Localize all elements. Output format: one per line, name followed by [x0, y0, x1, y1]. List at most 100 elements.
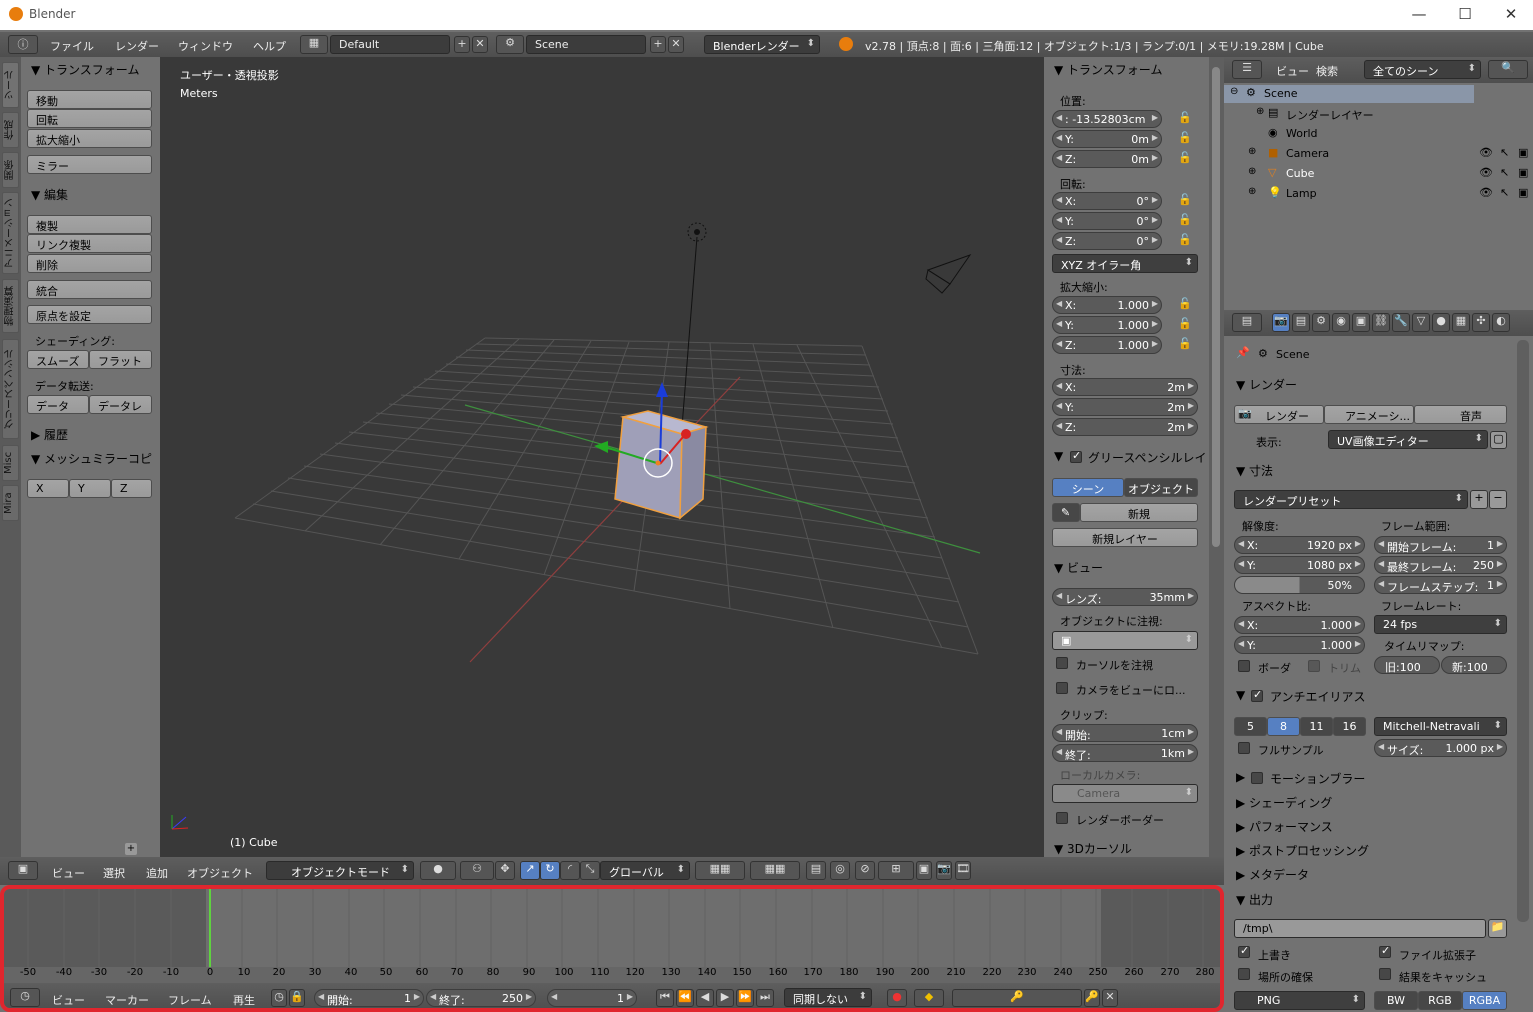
lock-layers-icon[interactable]: ▤ [806, 861, 826, 880]
render-tab-icon[interactable]: 📷 [1272, 313, 1290, 332]
shading-mode-icon[interactable]: ● [420, 861, 456, 880]
outliner-search-menu[interactable]: 検索 [1316, 63, 1338, 79]
display-select[interactable]: UV画像エディター [1328, 430, 1488, 449]
color-bw-button[interactable]: BW [1374, 991, 1418, 1010]
scene-field[interactable]: Scene [526, 35, 646, 54]
sync-mode-select[interactable]: 同期しない [784, 988, 872, 1007]
select-cursor-icon[interactable]: ↖ [1500, 166, 1509, 179]
lock-icon[interactable]: 🔓 [1177, 131, 1193, 147]
data-layout-button[interactable]: データレ [89, 395, 152, 414]
lock-icon[interactable]: 🔓 [1177, 337, 1193, 353]
lock-cursor-checkbox[interactable] [1056, 657, 1068, 669]
snap-element-icon[interactable]: ⊞ [878, 861, 914, 880]
current-frame-field[interactable]: ◀ 1 ▶ [547, 989, 637, 1007]
time-old-field[interactable]: 旧:100 [1374, 656, 1440, 674]
outliner-view-menu[interactable]: ビュー [1276, 63, 1309, 79]
resolution-y-field[interactable]: ◀ Y: 1080 px ▶ [1234, 556, 1365, 574]
viewport-object-menu[interactable]: オブジェクト [187, 865, 253, 881]
proportional-edit-icon[interactable]: ◎ [830, 861, 850, 880]
crop-checkbox[interactable] [1308, 660, 1320, 672]
translate-manipulator-icon[interactable]: ↗ [520, 861, 540, 880]
gp-enable-checkbox[interactable] [1070, 449, 1082, 463]
visibility-eye-icon[interactable]: 👁 [1479, 186, 1493, 199]
add-panel-icon[interactable]: + [125, 843, 137, 855]
material-tab-icon[interactable]: ● [1432, 313, 1450, 332]
menu-help[interactable]: ヘルプ [253, 38, 286, 54]
tab-relations[interactable]: 関係 [2, 152, 19, 188]
preview-range-icon[interactable]: ◷ [271, 989, 287, 1007]
motion-blur-panel-title[interactable]: モーションブラー [1270, 770, 1365, 787]
render-layers-tab-icon[interactable]: ▤ [1292, 313, 1310, 332]
lock-icon[interactable]: 🔓 [1177, 151, 1193, 167]
filter-size-field[interactable]: ◀ サイズ: 1.000 px ▶ [1374, 739, 1507, 757]
timeline-editor-icon[interactable]: ◷ [10, 988, 40, 1007]
rotate-button[interactable]: 回転 [27, 109, 152, 128]
border-checkbox[interactable] [1238, 660, 1250, 672]
auto-keyframe-record-icon[interactable]: ● [887, 989, 907, 1007]
physics-tab-icon[interactable]: ◐ [1492, 313, 1510, 332]
aa-samples-5[interactable]: 5 [1234, 717, 1267, 736]
render-camera-icon[interactable]: ▣ [1518, 166, 1528, 179]
gp-object-button[interactable]: オブジェクト [1124, 478, 1198, 497]
jump-start-icon[interactable]: ⏮ [656, 989, 674, 1007]
outliner-row-renderlayer[interactable]: ⊕ ▤ レンダーレイヤー [1224, 105, 1533, 123]
play-reverse-icon[interactable]: ◀ [696, 989, 714, 1007]
move-button[interactable]: 移動 [27, 90, 152, 109]
scene-add-icon[interactable]: + [650, 36, 666, 53]
flat-button[interactable]: フラット [89, 350, 152, 369]
render-camera-icon[interactable]: ▣ [1518, 146, 1528, 159]
select-cursor-icon[interactable]: ↖ [1500, 146, 1509, 159]
visibility-eye-icon[interactable]: 👁 [1479, 166, 1493, 179]
keyframe-type-icon[interactable]: ◆ [914, 989, 944, 1007]
preset-remove-icon[interactable]: − [1489, 490, 1507, 509]
transform-panel-title[interactable]: ▼ トランスフォーム [31, 61, 139, 78]
data-tab-icon[interactable]: ▽ [1412, 313, 1430, 332]
smooth-button[interactable]: スムーズ [27, 350, 89, 369]
manipulator-toggle-icon[interactable]: ✥ [495, 861, 515, 880]
antialiasing-checkbox[interactable] [1251, 688, 1263, 702]
gp-pencil-icon[interactable]: ✎ [1052, 503, 1080, 522]
render-preset-select[interactable]: レンダープリセット [1234, 490, 1468, 509]
resolution-x-field[interactable]: ◀ X: 1920 px ▶ [1234, 536, 1365, 554]
location-z-field[interactable]: ◀ Z: 0m ▶ [1052, 150, 1162, 168]
jump-end-icon[interactable]: ⏭ [756, 989, 774, 1007]
tab-animation[interactable]: アニメーション [2, 192, 19, 274]
time-new-field[interactable]: 新:100 [1441, 656, 1507, 674]
outliner-row-world[interactable]: ◉ World [1224, 125, 1533, 143]
post-processing-panel-title[interactable]: ▶ ポストプロセッシング [1236, 842, 1369, 859]
antialiasing-panel-title[interactable]: アンチエイリアス [1270, 688, 1366, 705]
duplicate-button[interactable]: 複製 [27, 215, 152, 234]
keying-set-field[interactable]: 🔑 [952, 989, 1082, 1007]
location-x-field[interactable]: ◀: -13.52803cm ▶ [1052, 110, 1162, 128]
lock-icon[interactable]: 🔓 [1177, 213, 1193, 229]
animation-button[interactable]: アニメーシ... [1324, 405, 1414, 424]
mirror-y-button[interactable]: Y [69, 479, 111, 498]
minimize-button[interactable]: — [1396, 3, 1442, 27]
render-panel-title[interactable]: ▼ レンダー [1236, 376, 1297, 393]
editor-type-info-icon[interactable]: ⓘ [8, 35, 38, 54]
join-button[interactable]: 統合 [27, 280, 152, 299]
world-tab-icon[interactable]: ◉ [1332, 313, 1350, 332]
snap-toggle-icon[interactable]: ⊘ [855, 861, 875, 880]
properties-editor-icon[interactable]: ▤ [1232, 313, 1262, 332]
lock-icon[interactable]: 🔓 [1177, 233, 1193, 249]
dimension-z-field[interactable]: ◀ Z: 2m ▶ [1052, 418, 1198, 436]
aa-samples-16[interactable]: 16 [1333, 717, 1366, 736]
menu-render[interactable]: レンダー [115, 38, 159, 54]
outliner-row-scene[interactable]: ⊖ ⚙ Scene [1224, 85, 1474, 103]
full-sample-checkbox[interactable] [1238, 742, 1250, 754]
timeline-playback-menu[interactable]: 再生 [233, 992, 255, 1008]
arc-manipulator-icon[interactable]: ◜ [560, 861, 580, 880]
opengl-anim-icon[interactable]: 🎞 [955, 861, 971, 880]
gp-collapse-icon[interactable]: ▼ [1054, 449, 1063, 463]
rotation-z-field[interactable]: ◀ Z: 0° ▶ [1052, 232, 1162, 250]
lens-field[interactable]: ◀ レンズ: 35mm ▶ [1052, 588, 1198, 606]
rotation-x-field[interactable]: ◀ X: 0° ▶ [1052, 192, 1162, 210]
shading-panel-title[interactable]: ▶ シェーディング [1236, 794, 1332, 811]
layers-grid-2[interactable]: ▦▦ [750, 861, 800, 880]
metadata-panel-title[interactable]: ▶ メタデータ [1236, 866, 1309, 883]
outliner-editor-icon[interactable]: ☰ [1232, 60, 1262, 79]
lock-camera-checkbox[interactable] [1056, 682, 1068, 694]
3d-cursor-panel-title[interactable]: ▼ 3Dカーソル [1054, 840, 1132, 857]
clip-start-field[interactable]: ◀ 開始: 1cm ▶ [1052, 724, 1198, 742]
